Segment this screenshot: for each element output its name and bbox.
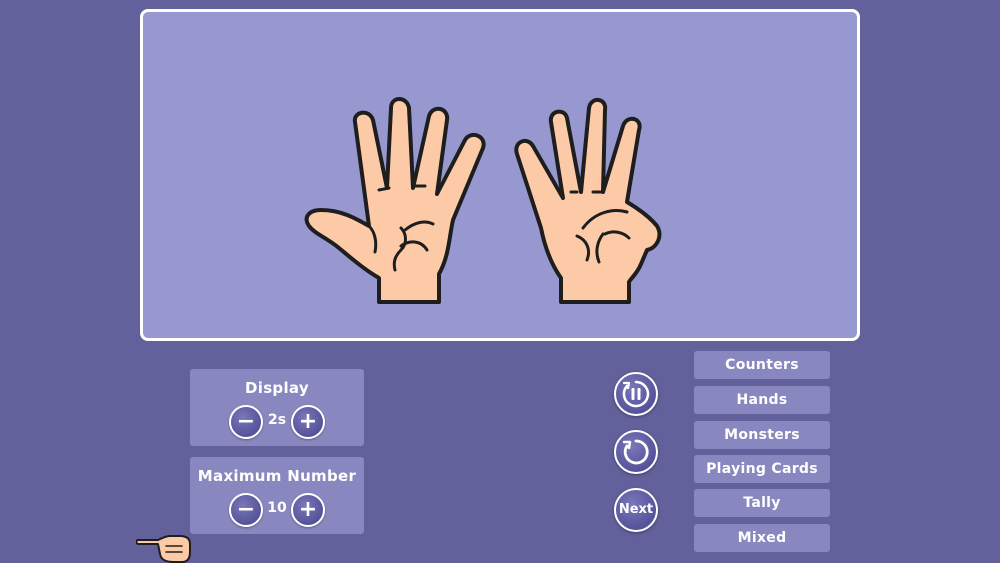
display-increase-button[interactable]: + — [291, 405, 325, 439]
maximum-number-value: 10 — [267, 500, 287, 516]
maximum-number-increase-button[interactable]: + — [291, 493, 325, 527]
next-button[interactable]: Next — [614, 488, 658, 532]
maximum-number-stepper: − 10 + — [190, 493, 364, 527]
maximum-number-title: Maximum Number — [197, 467, 357, 485]
display-title: Display — [245, 379, 309, 397]
mode-monsters-button[interactable]: Monsters — [694, 421, 830, 449]
mode-counters-button[interactable]: Counters — [694, 351, 830, 379]
maximum-number-panel: Maximum Number − 10 + — [190, 457, 364, 534]
display-value: 2s — [267, 412, 287, 428]
pointing-hand-cursor-icon — [136, 535, 191, 563]
pause-button[interactable] — [614, 372, 658, 416]
mode-tally-button[interactable]: Tally — [694, 489, 830, 517]
next-label: Next — [618, 502, 654, 517]
display-decrease-button[interactable]: − — [229, 405, 263, 439]
left-hand-icon — [304, 97, 486, 304]
display-stepper: − 2s + — [190, 405, 364, 439]
pause-icon — [622, 380, 650, 408]
mode-mixed-button[interactable]: Mixed — [694, 524, 830, 552]
display-panel: Display − 2s + — [190, 369, 364, 446]
restart-icon — [622, 439, 649, 465]
right-hand-icon — [514, 98, 662, 304]
mode-playing-cards-button[interactable]: Playing Cards — [694, 455, 830, 483]
maximum-number-decrease-button[interactable]: − — [229, 493, 263, 527]
mode-hands-button[interactable]: Hands — [694, 386, 830, 414]
restart-button[interactable] — [614, 430, 658, 474]
hands-illustration — [304, 97, 662, 304]
display-stage — [140, 9, 860, 341]
